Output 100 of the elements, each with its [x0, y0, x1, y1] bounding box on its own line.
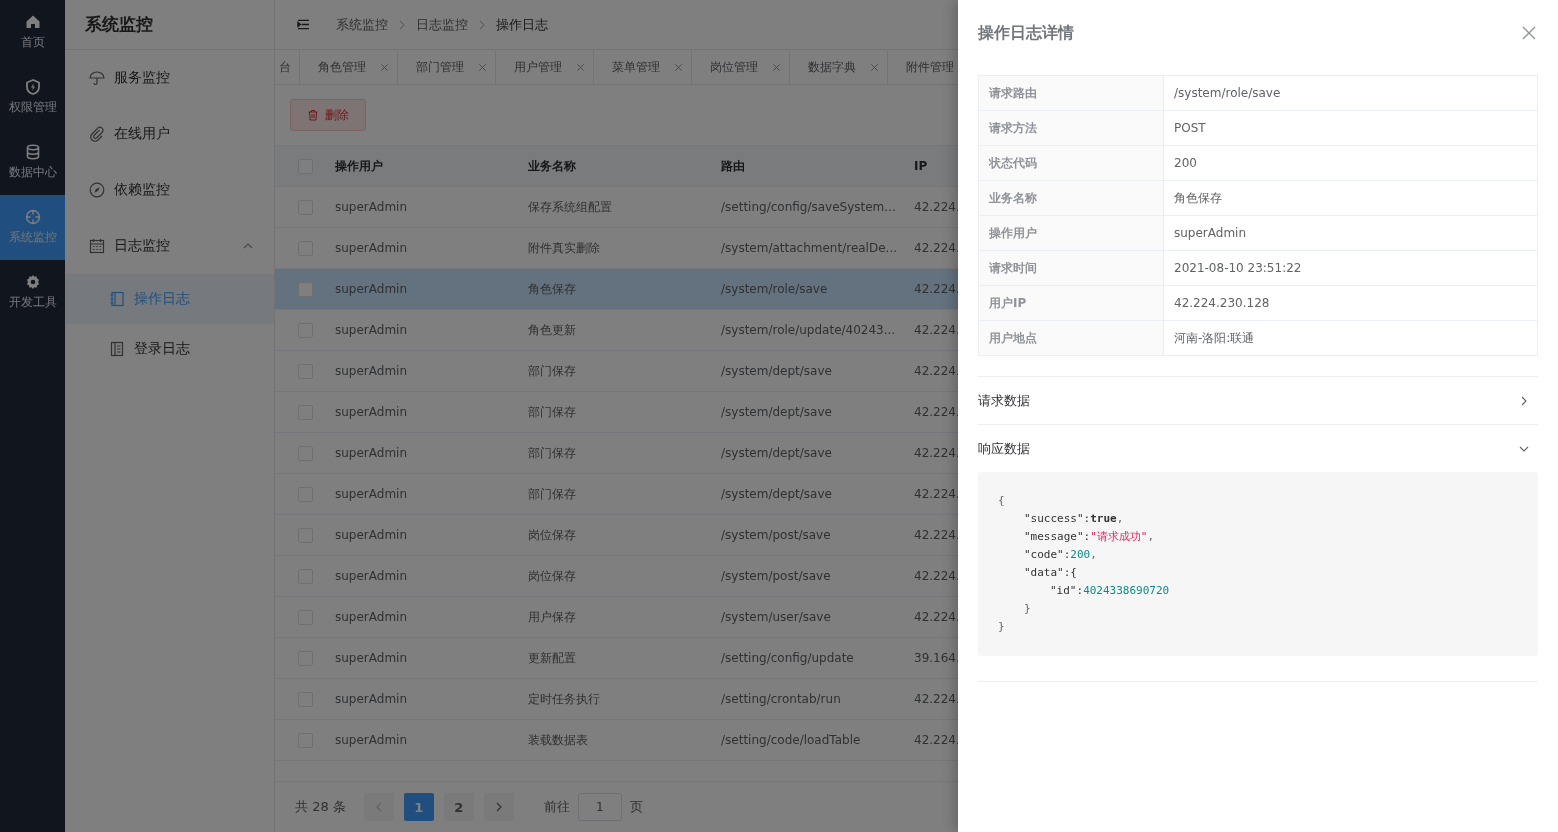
- detail-value: /system/role/save: [1173, 85, 1281, 102]
- compass-icon: [89, 182, 105, 198]
- detail-value: superAdmin: [1173, 225, 1247, 242]
- page-button[interactable]: 1: [403, 793, 434, 821]
- table-cell: 42.224.: [914, 733, 958, 747]
- table-cell-text: superAdmin: [335, 610, 409, 624]
- table-cell: 42.224.: [914, 569, 958, 583]
- table-cell-text: 用户保存: [528, 608, 577, 626]
- tab-label: 岗位管理: [710, 58, 758, 76]
- calendar-icon: [89, 238, 105, 254]
- chevron-icon: [478, 18, 486, 31]
- close-icon[interactable]: [576, 62, 585, 72]
- table-cell-text: superAdmin: [335, 446, 409, 460]
- code-line: "success":true,: [1023, 511, 1125, 527]
- table-cell-text: /setting/crontab/run: [721, 692, 842, 706]
- table-cell: 42.224.: [914, 241, 958, 255]
- detail-value: 42.224.230.128: [1173, 295, 1270, 312]
- table-cell-text: 岗位保存: [528, 567, 577, 585]
- checkbox[interactable]: [297, 281, 313, 297]
- table-cell-text: superAdmin: [335, 282, 409, 296]
- rail-item[interactable]: 首页: [0, 0, 65, 65]
- table-cell-text: /system/role/update/40243...: [721, 323, 897, 337]
- table-cell-text: 更新配置: [528, 649, 577, 667]
- table-cell-text: superAdmin: [335, 364, 409, 378]
- close-icon[interactable]: [772, 62, 781, 72]
- shield-icon: [24, 79, 41, 95]
- submenu-title: 系统监控: [65, 0, 274, 50]
- menu-item[interactable]: 操作日志: [65, 274, 274, 324]
- total-count: 共 28 条: [295, 798, 346, 816]
- breadcrumb-item[interactable]: 操作日志: [496, 15, 548, 34]
- rail-item[interactable]: 数据中心: [0, 130, 65, 195]
- paperclip-icon: [89, 126, 105, 142]
- column-header: 路由: [721, 157, 746, 175]
- page-tab[interactable]: 数据字典: [790, 50, 888, 84]
- page-tab[interactable]: 角色管理: [300, 50, 398, 84]
- home-icon: [24, 14, 41, 30]
- table-row[interactable]: superAdmin 角色保存 /system/role/save 42.224.: [275, 269, 958, 310]
- page-input[interactable]: 1: [577, 793, 622, 821]
- menu-item[interactable]: 在线用户: [65, 106, 274, 162]
- table-cell-text: /system/dept/save: [721, 487, 833, 501]
- table-cell-text: superAdmin: [335, 651, 409, 665]
- collapse-header[interactable]: 响应数据: [978, 425, 1538, 472]
- table-cell: 42.224.: [914, 446, 958, 460]
- rail-item[interactable]: 权限管理: [0, 65, 65, 130]
- table-cell-text: 角色更新: [528, 321, 577, 339]
- detail-label: 请求时间: [979, 251, 1164, 285]
- next-page-button[interactable]: [483, 793, 514, 821]
- menu-item[interactable]: 依赖监控: [65, 162, 274, 218]
- book-icon: [109, 341, 125, 357]
- menu-item[interactable]: 服务监控: [65, 50, 274, 106]
- detail-value: 角色保存: [1173, 189, 1222, 207]
- close-icon[interactable]: [674, 62, 683, 72]
- close-icon[interactable]: [1522, 26, 1536, 40]
- table-cell-text: /system/post/save: [721, 528, 832, 542]
- rail-item[interactable]: 开发工具: [0, 260, 65, 325]
- table-cell: 42.224.: [914, 692, 958, 706]
- close-icon[interactable]: [380, 62, 389, 72]
- detail-label: 状态代码: [979, 146, 1164, 180]
- goto-label: 前往: [543, 798, 570, 816]
- table-cell-text: /system/dept/save: [721, 446, 833, 460]
- page-tab[interactable]: 台: [275, 50, 300, 84]
- page-tab[interactable]: 部门管理: [398, 50, 496, 84]
- rail-item[interactable]: 系统监控: [0, 195, 65, 260]
- page-suffix: 页: [629, 798, 643, 816]
- table-cell: 42.224.: [914, 364, 958, 378]
- close-icon[interactable]: [870, 62, 879, 72]
- table-cell-text: /setting/config/saveSystem...: [721, 200, 897, 214]
- page-tab[interactable]: 菜单管理: [594, 50, 692, 84]
- code-line: }: [1023, 601, 1032, 617]
- table-cell-text: 部门保存: [528, 403, 577, 421]
- tab-label: 台: [279, 58, 291, 76]
- breadcrumb-item[interactable]: 日志监控: [416, 15, 468, 34]
- close-icon[interactable]: [478, 62, 487, 72]
- table-cell-text: superAdmin: [335, 487, 409, 501]
- page-tab[interactable]: 用户管理: [496, 50, 594, 84]
- menu-item[interactable]: 日志监控: [65, 218, 274, 274]
- menu-item[interactable]: 登录日志: [65, 324, 274, 374]
- previous-page-button[interactable]: [363, 793, 394, 821]
- table-cell-text: superAdmin: [335, 241, 409, 255]
- table-cell-text: /system/attachment/realDe...: [721, 241, 899, 255]
- tab-label: 角色管理: [318, 58, 366, 76]
- crosshair-icon: [24, 209, 41, 225]
- code-line: "data":{: [1023, 565, 1078, 581]
- table-cell-text: superAdmin: [335, 528, 409, 542]
- tab-label: 菜单管理: [612, 58, 660, 76]
- table-cell: 42.224.: [914, 610, 958, 624]
- table-cell-text: /system/user/save: [721, 610, 832, 624]
- menu-icon[interactable]: [297, 19, 310, 30]
- tab-label: 用户管理: [514, 58, 562, 76]
- collapse-header[interactable]: 请求数据: [978, 377, 1538, 424]
- page-button[interactable]: 2: [443, 793, 474, 821]
- table-cell-text: superAdmin: [335, 200, 409, 214]
- detail-value: 2021-08-10 23:51:22: [1173, 260, 1302, 277]
- table-cell-text: 定时任务执行: [528, 690, 601, 708]
- page-tab[interactable]: 岗位管理: [692, 50, 790, 84]
- chevron-icon: [398, 18, 406, 31]
- section-title: 请求数据: [978, 391, 1030, 410]
- drawer-title: 操作日志详情: [978, 22, 1074, 44]
- breadcrumb-item[interactable]: 系统监控: [336, 15, 388, 34]
- table-cell: 42.224.: [914, 200, 958, 214]
